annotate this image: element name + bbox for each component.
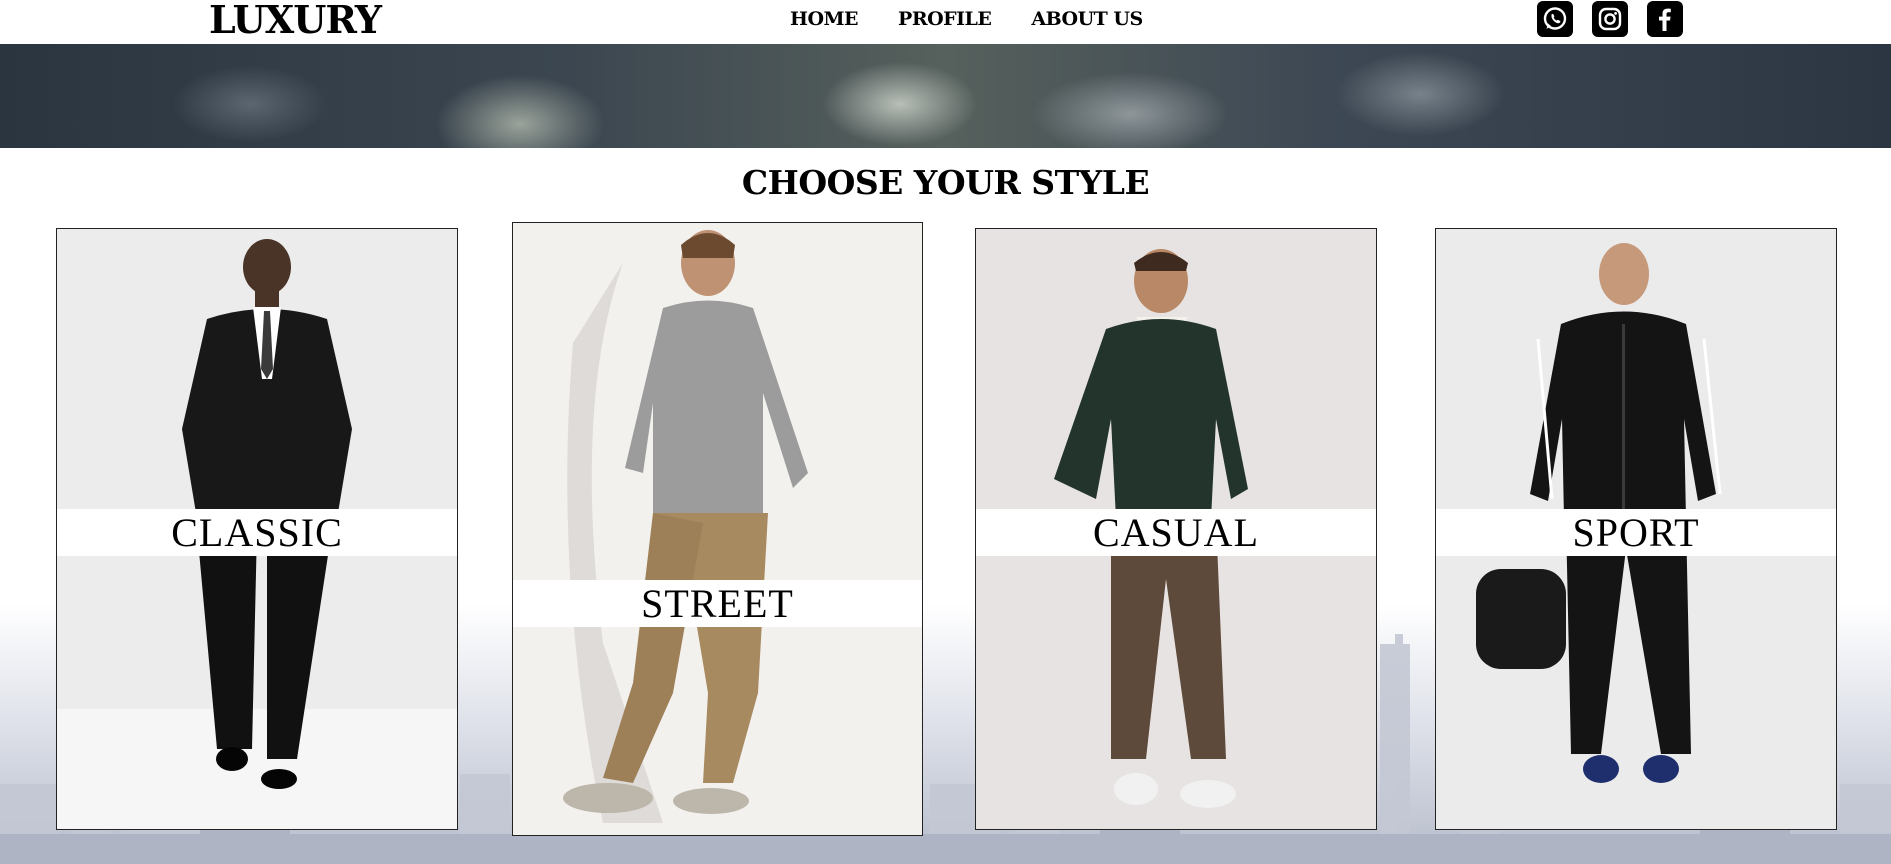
style-card-sport[interactable]: SPORT [1435, 228, 1837, 830]
style-card-street[interactable]: STREET [512, 222, 923, 836]
instagram-icon[interactable] [1592, 1, 1628, 37]
style-card-classic[interactable]: CLASSIC [56, 228, 458, 830]
nav-link-about-us[interactable]: ABOUT US [1031, 8, 1143, 30]
social-links [1537, 1, 1683, 37]
nav-link-home[interactable]: HOME [790, 8, 859, 30]
facebook-icon[interactable] [1647, 1, 1683, 37]
nav-link-profile[interactable]: PROFILE [898, 8, 992, 30]
hero-banner-image [0, 44, 1891, 148]
street-model-photo [513, 223, 922, 835]
section-title: CHOOSE YOUR STYLE [741, 163, 1150, 202]
style-card-casual[interactable]: CASUAL [975, 228, 1377, 830]
style-label-casual: CASUAL [976, 509, 1376, 556]
whatsapp-icon[interactable] [1537, 1, 1573, 37]
main-nav: HOME PROFILE ABOUT US [790, 8, 1143, 30]
brand-logo[interactable]: LUXURY [209, 0, 382, 40]
style-label-sport: SPORT [1436, 509, 1836, 556]
top-navigation-bar: LUXURY HOME PROFILE ABOUT US [0, 0, 1891, 44]
style-label-classic: CLASSIC [57, 509, 457, 556]
style-label-street: STREET [513, 580, 922, 627]
